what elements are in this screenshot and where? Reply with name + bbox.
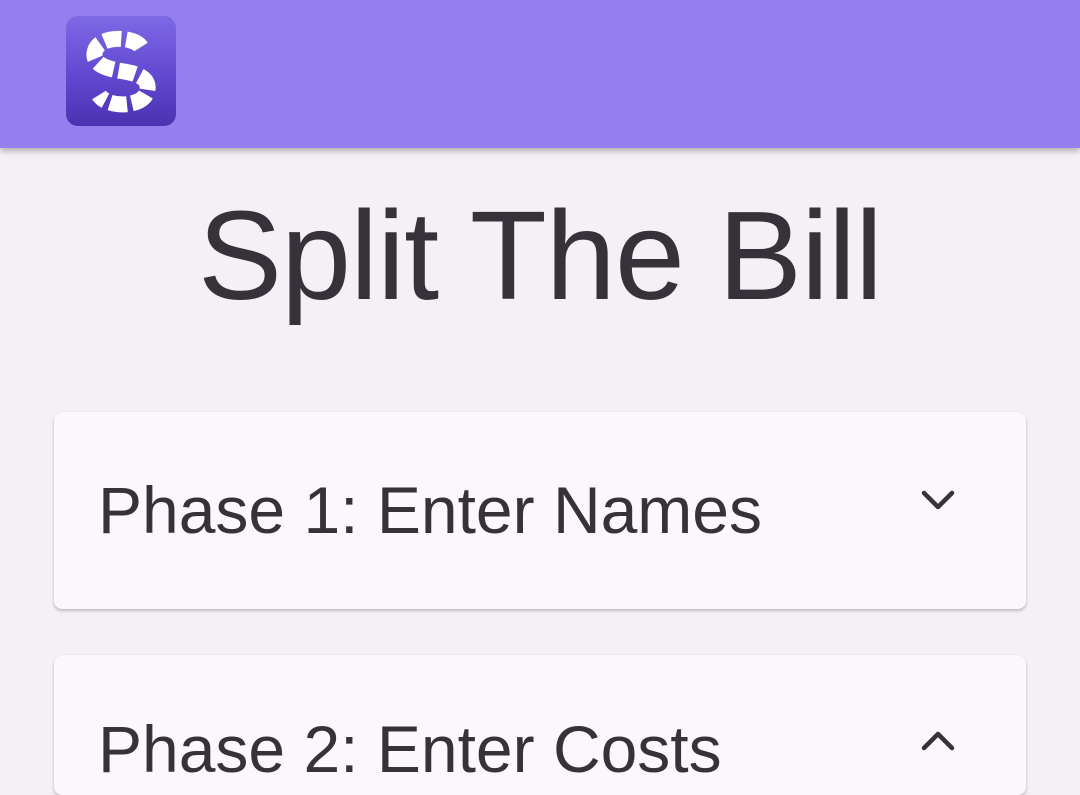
phase-1-panel[interactable]: Phase 1: Enter Names	[54, 412, 1026, 609]
phase-2-title: Phase 2: Enter Costs	[98, 712, 722, 786]
chevron-up-icon	[921, 731, 955, 751]
app-bar	[0, 0, 1080, 148]
split-s-logo-icon	[86, 30, 156, 113]
phase-1-expand-toggle[interactable]	[916, 478, 960, 522]
phase-2-panel[interactable]: Phase 2: Enter Costs	[54, 655, 1026, 795]
phase-1-title: Phase 1: Enter Names	[98, 473, 762, 547]
app-logo[interactable]	[66, 16, 176, 126]
chevron-down-icon	[921, 490, 955, 510]
phase-2-expand-toggle[interactable]	[916, 719, 960, 763]
page-title: Split The Bill	[198, 185, 883, 326]
